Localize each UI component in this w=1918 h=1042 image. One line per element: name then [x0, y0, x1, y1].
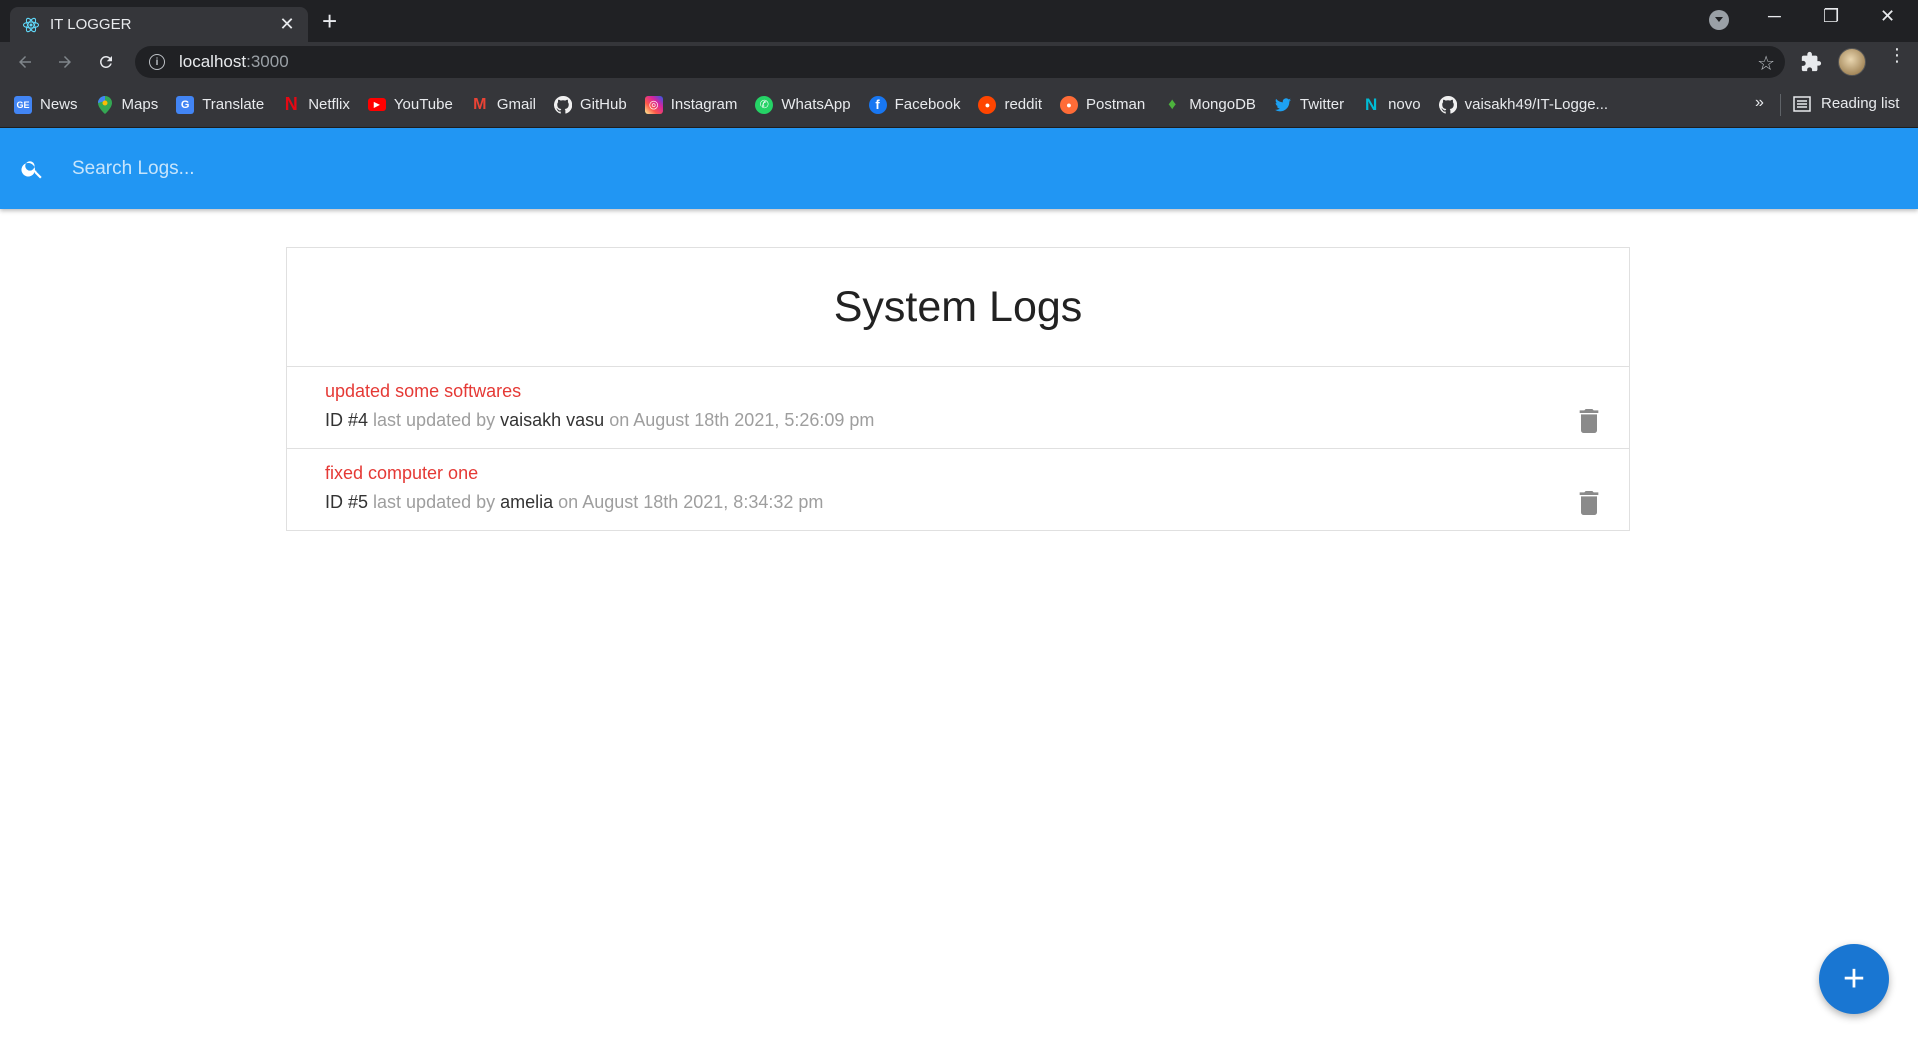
bookmarks-divider	[1780, 94, 1781, 116]
log-message-link[interactable]: fixed computer one	[325, 463, 478, 484]
browser-menu-icon[interactable]: ⋮	[1888, 46, 1906, 64]
postman-icon: ●	[1060, 95, 1078, 114]
search-icon[interactable]	[20, 156, 45, 186]
url-port: :3000	[246, 52, 289, 71]
google-maps-icon	[96, 95, 114, 114]
google-translate-icon: G	[176, 95, 195, 114]
reading-list-button[interactable]: Reading list	[1793, 95, 1899, 112]
log-tech-name: amelia	[500, 492, 554, 512]
restore-button[interactable]: ❐	[1823, 6, 1839, 27]
log-updated-by-text: last updated by	[368, 492, 501, 512]
log-date: August 18th 2021, 5:26:09 pm	[633, 410, 875, 430]
url-host: localhost	[179, 52, 247, 71]
log-message-link[interactable]: updated some softwares	[325, 381, 521, 402]
arrow-left-icon	[19, 56, 31, 68]
bookmark-it-logger-repo[interactable]: vaisakh49/IT-Logge...	[1438, 95, 1608, 114]
log-meta: ID #4 last updated by vaisakh vasu on Au…	[325, 410, 1591, 431]
chevron-down-icon	[1715, 17, 1723, 22]
bookmark-news[interactable]: GE News	[14, 95, 78, 114]
reload-icon	[100, 55, 112, 68]
gmail-icon: M	[473, 95, 487, 113]
reload-button[interactable]	[94, 50, 118, 74]
log-date: August 18th 2021, 8:34:32 pm	[582, 492, 824, 512]
react-icon	[22, 16, 40, 34]
bookmark-maps[interactable]: Maps	[96, 95, 158, 114]
log-item: fixed computer one ID #5 last updated by…	[287, 449, 1629, 531]
netflix-icon: N	[284, 94, 298, 114]
extensions-icon[interactable]	[1800, 51, 1822, 78]
logs-panel-header: System Logs	[287, 248, 1629, 367]
facebook-icon: f	[868, 95, 887, 114]
whatsapp-icon: ✆	[755, 95, 774, 114]
bookmark-novo[interactable]: Nnovo	[1362, 94, 1421, 114]
novo-icon: N	[1364, 94, 1378, 114]
logs-panel: System Logs updated some softwares ID #4…	[286, 247, 1630, 531]
tab-close-icon[interactable]: ✕	[278, 14, 296, 35]
more-bookmarks-button[interactable]: »	[1755, 94, 1764, 112]
page-title: System Logs	[833, 282, 1083, 331]
youtube-icon: ▶	[367, 98, 386, 111]
instagram-icon: ◎	[644, 95, 663, 114]
log-item: updated some softwares ID #4 last update…	[287, 367, 1629, 449]
bookmark-instagram[interactable]: ◎ Instagram	[644, 95, 737, 114]
close-window-button[interactable]: ✕	[1880, 6, 1895, 27]
bookmark-translate[interactable]: G Translate	[176, 95, 264, 114]
bookmark-postman[interactable]: ● Postman	[1060, 95, 1145, 114]
google-news-icon: GE	[14, 95, 32, 114]
log-meta: ID #5 last updated by amelia on August 1…	[325, 492, 1591, 513]
twitter-icon	[1274, 96, 1292, 114]
new-tab-button[interactable]: +	[322, 8, 337, 34]
arrow-right-icon	[59, 56, 71, 68]
bookmark-youtube[interactable]: ▶ YouTube	[367, 96, 453, 113]
delete-log-button[interactable]	[1579, 491, 1599, 520]
log-id: ID #4	[325, 410, 369, 430]
bookmark-star-icon[interactable]: ☆	[1757, 51, 1775, 76]
bookmarks-bar: GE News Maps G Translate N Netflix ▶ YouTube…	[0, 82, 1918, 128]
log-tech-name: vaisakh vasu	[500, 410, 605, 430]
bookmark-gmail[interactable]: M Gmail	[471, 96, 536, 114]
log-updated-by-text: last updated by	[368, 410, 501, 430]
reading-list-icon	[1793, 95, 1811, 112]
log-on-text: on	[553, 492, 583, 512]
tab-title: IT LOGGER	[50, 16, 132, 33]
forward-button[interactable]	[53, 50, 77, 74]
search-bar	[0, 128, 1918, 209]
bookmark-netflix[interactable]: N Netflix	[282, 94, 350, 114]
browser-tab-strip: IT LOGGER ✕ + ─ ❐ ✕	[0, 0, 1918, 42]
back-button[interactable]	[13, 50, 37, 74]
bookmark-twitter[interactable]: Twitter	[1274, 96, 1344, 114]
log-id: ID #5	[325, 492, 369, 512]
bookmark-reddit[interactable]: ● reddit	[978, 95, 1042, 114]
minimize-button[interactable]: ─	[1768, 6, 1781, 27]
github-icon	[1438, 95, 1457, 114]
mongodb-icon: ♦	[1168, 95, 1177, 113]
bookmark-github[interactable]: GitHub	[554, 95, 627, 114]
trash-icon	[1579, 491, 1599, 515]
bookmark-whatsapp[interactable]: ✆ WhatsApp	[755, 95, 851, 114]
profile-avatar[interactable]	[1838, 48, 1866, 76]
reddit-icon: ●	[978, 95, 997, 114]
add-log-button[interactable]: +	[1819, 944, 1889, 1014]
search-input[interactable]	[72, 148, 1872, 190]
browser-toolbar: i localhost:3000 ☆ ⋮	[0, 42, 1918, 82]
address-bar[interactable]: i localhost:3000 ☆	[135, 46, 1785, 78]
site-info-icon[interactable]: i	[149, 54, 165, 70]
delete-log-button[interactable]	[1579, 409, 1599, 438]
tab-search-button[interactable]	[1709, 10, 1729, 30]
github-icon	[554, 95, 572, 114]
log-on-text: on	[604, 410, 634, 430]
bookmark-mongodb[interactable]: ♦ MongoDB	[1163, 96, 1256, 114]
bookmark-facebook[interactable]: f Facebook	[868, 95, 960, 114]
trash-icon	[1579, 409, 1599, 433]
browser-tab[interactable]: IT LOGGER ✕	[10, 7, 308, 42]
